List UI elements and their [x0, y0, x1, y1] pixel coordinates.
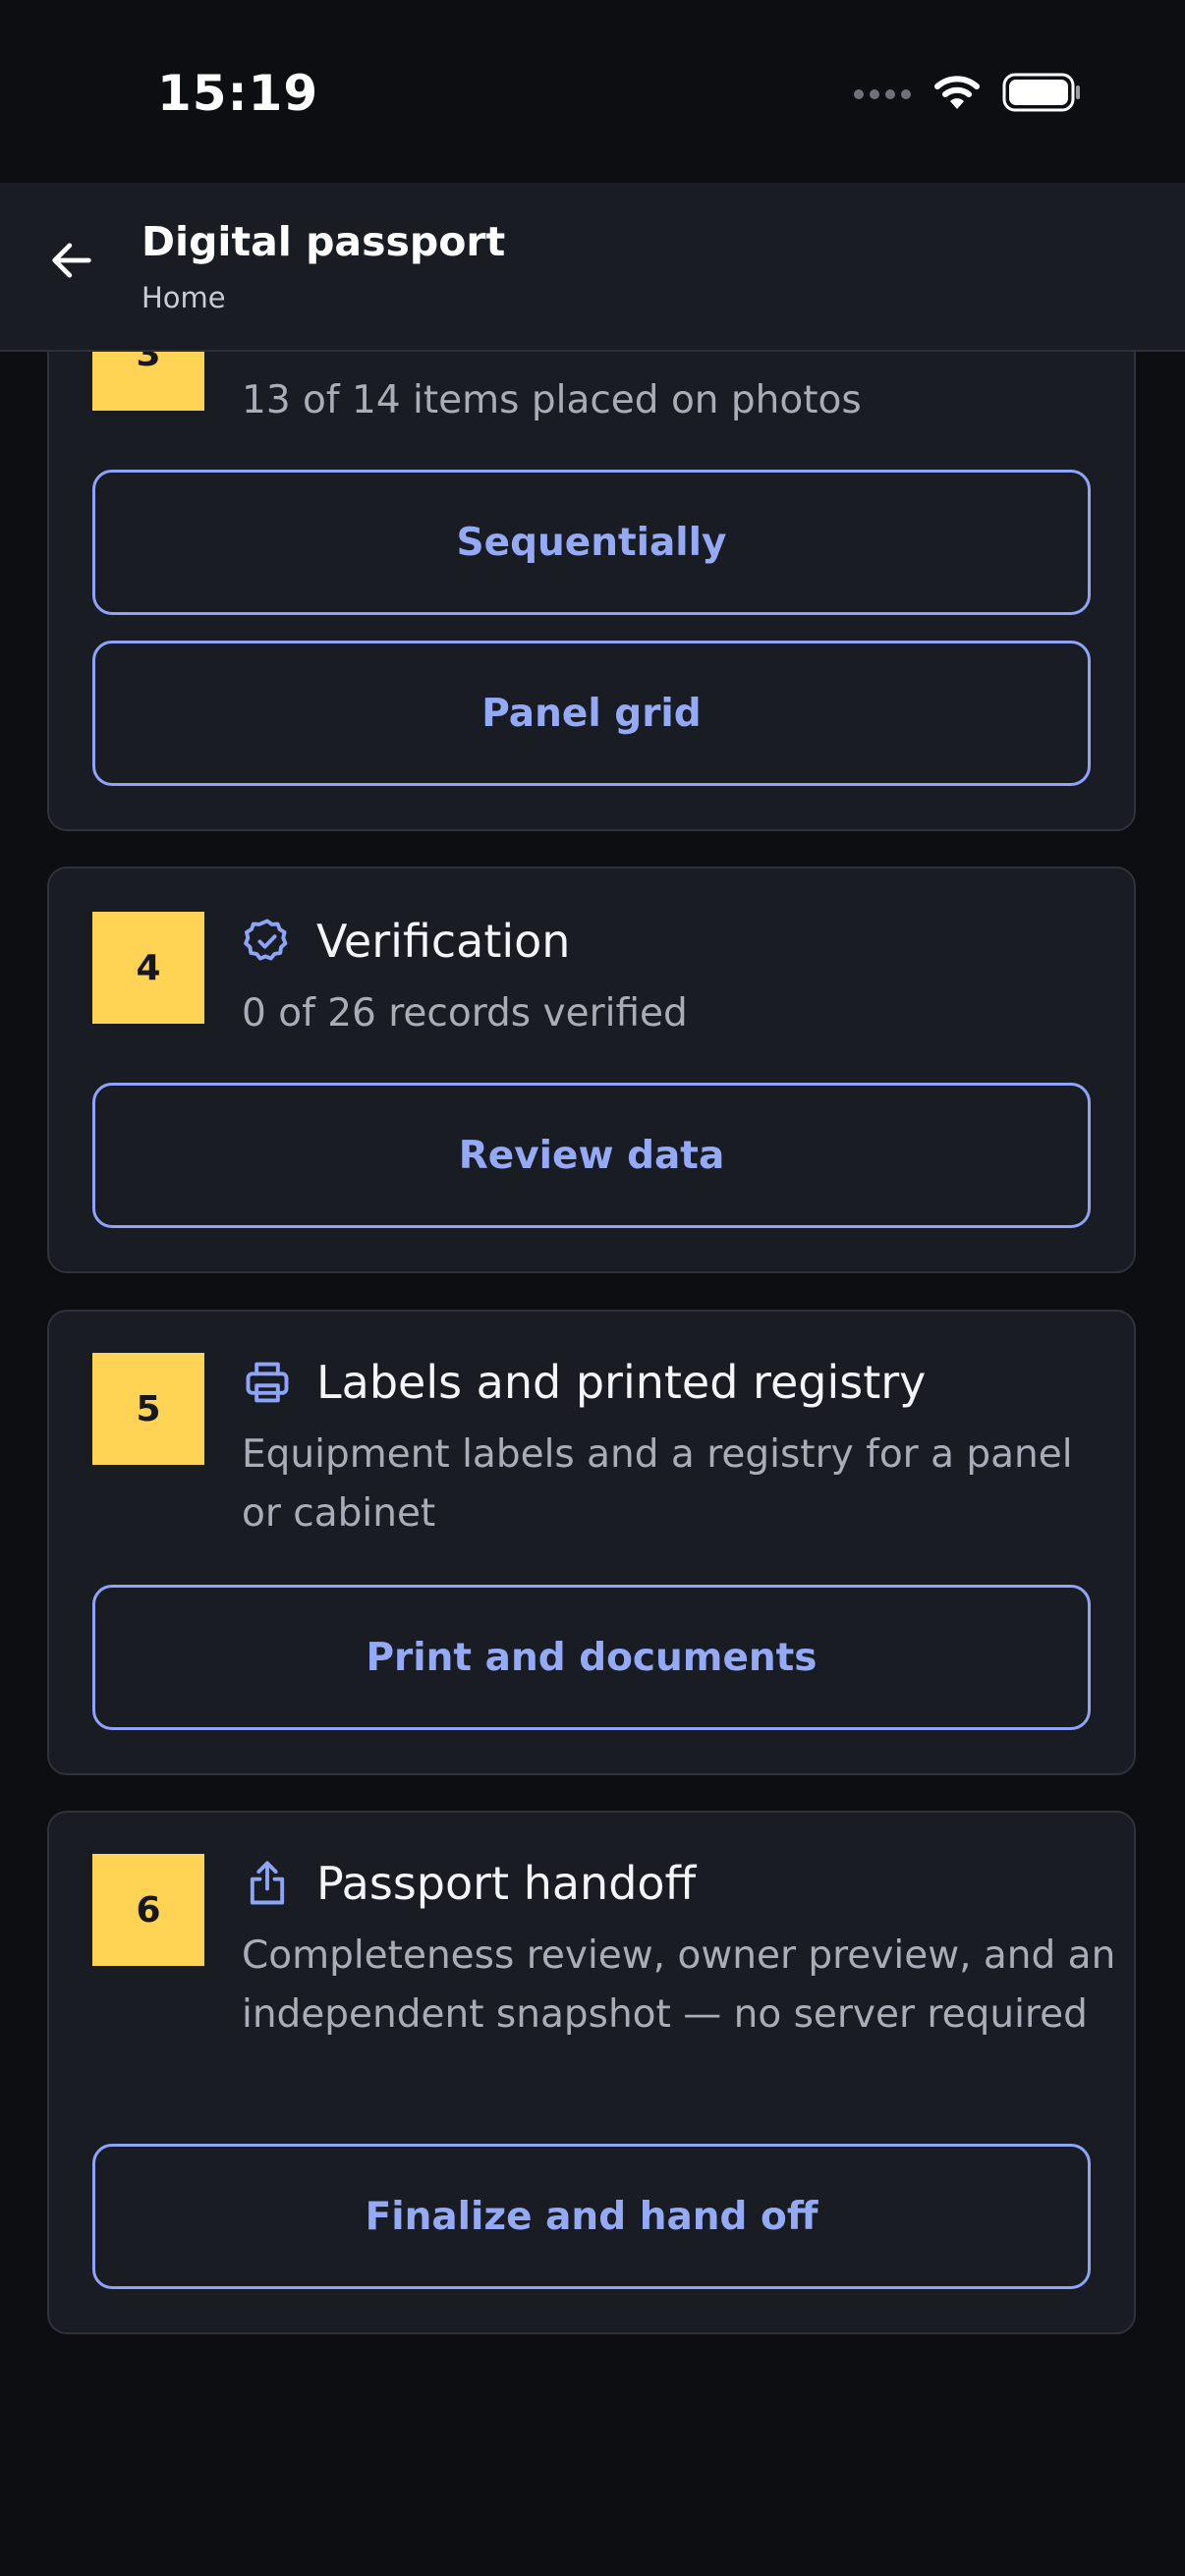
review-data-button[interactable]: Review data: [92, 1083, 1091, 1228]
page-title: Digital passport: [141, 218, 506, 265]
step-card-photo-placement: 3 13 of 14 items placed on photos Sequen…: [47, 295, 1136, 831]
step-number-badge: 5: [92, 1353, 204, 1465]
step-title: Verification: [316, 915, 571, 968]
status-bar: 15:19: [0, 0, 1185, 183]
share-upload-icon: [242, 1858, 293, 1909]
step-description: 0 of 26 records verified: [242, 991, 688, 1036]
step-title: Passport handoff: [316, 1857, 697, 1910]
wifi-icon: [933, 74, 981, 115]
step-number-badge: 4: [92, 912, 204, 1024]
verified-badge-icon: [242, 916, 293, 967]
steps-list[interactable]: 3 13 of 14 items placed on photos Sequen…: [0, 0, 1185, 2576]
status-icons: [853, 73, 1081, 116]
step-description: Completeness review, owner preview, and …: [242, 1933, 1116, 2037]
arrow-left-icon[interactable]: [37, 226, 106, 295]
step-card-labels-registry: 5 Labels and printed registry Equipment …: [47, 1310, 1136, 1775]
status-time: 15:19: [157, 65, 319, 122]
sequentially-button[interactable]: Sequentially: [92, 470, 1091, 615]
step-card-verification: 4 Verification 0 of 26 records verified …: [47, 867, 1136, 1273]
step-description: Equipment labels and a registry for a pa…: [242, 1432, 1073, 1536]
signal-dots-icon: [853, 85, 912, 104]
breadcrumb[interactable]: Home: [141, 281, 226, 314]
step-number-badge: 6: [92, 1854, 204, 1966]
printer-icon: [242, 1357, 293, 1408]
battery-icon: [1002, 73, 1081, 116]
step-description: 13 of 14 items placed on photos: [242, 378, 862, 422]
panel-grid-button[interactable]: Panel grid: [92, 641, 1091, 786]
screen: 3 13 of 14 items placed on photos Sequen…: [0, 0, 1185, 2576]
step-card-passport-handoff: 6 Passport handoff Completeness review, …: [47, 1811, 1136, 2334]
finalize-and-hand-off-button[interactable]: Finalize and hand off: [92, 2144, 1091, 2289]
print-and-documents-button[interactable]: Print and documents: [92, 1585, 1091, 1730]
step-title: Labels and printed registry: [316, 1356, 927, 1409]
app-header: Digital passport Home: [0, 183, 1185, 352]
